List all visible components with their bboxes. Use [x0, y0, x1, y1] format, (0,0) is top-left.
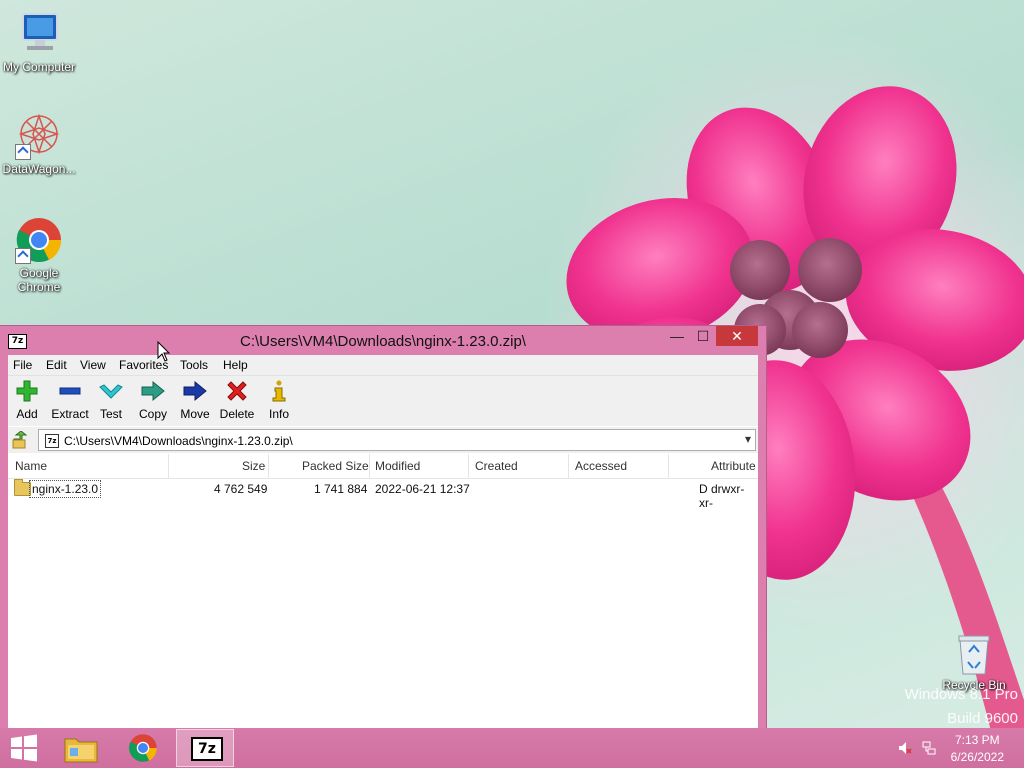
volume-muted-icon[interactable] [898, 741, 912, 755]
start-button[interactable] [0, 729, 48, 767]
column-divider[interactable] [268, 454, 269, 478]
move-arrow-icon [173, 380, 217, 402]
7zip-logo-icon: 7z [191, 737, 223, 761]
delete-label: Delete [219, 407, 255, 421]
menu-edit[interactable]: Edit [46, 358, 67, 372]
windows-logo-icon [11, 734, 37, 762]
extract-button[interactable]: Extract [48, 380, 92, 421]
menu-file[interactable]: File [13, 358, 32, 372]
maximize-button[interactable]: ☐ [690, 326, 716, 346]
desktop-icon-google-chrome[interactable]: Google Chrome [0, 216, 79, 294]
window-title: C:\Users\VM4\Downloads\nginx-1.23.0.zip\ [240, 333, 526, 350]
info-label: Info [268, 407, 289, 421]
test-button[interactable]: Test [89, 380, 133, 421]
file-list-header: Name Size Packed Size Modified Created A… [8, 454, 758, 479]
file-list-row[interactable]: nginx-1.23.0 4 762 549 1 741 884 2022-06… [8, 479, 758, 510]
info-icon [257, 380, 301, 402]
file-name[interactable]: nginx-1.23.0 [29, 480, 102, 498]
file-packed-size: 1 741 884 [314, 482, 368, 496]
file-size: 4 762 549 [214, 482, 268, 496]
window-titlebar[interactable]: 7z C:\Users\VM4\Downloads\nginx-1.23.0.z… [0, 326, 766, 354]
add-button[interactable]: Add [5, 380, 49, 421]
move-label: Move [180, 407, 210, 421]
column-packed-size[interactable]: Packed Size [302, 459, 369, 473]
delete-x-icon [215, 380, 259, 402]
taskbar-7zip[interactable]: 7z [176, 729, 234, 767]
copy-arrow-icon [131, 380, 175, 402]
menu-tools[interactable]: Tools [180, 358, 208, 372]
file-attributes: D drwxr-xr- [699, 482, 745, 510]
delete-button[interactable]: Delete [215, 380, 259, 421]
column-divider[interactable] [168, 454, 169, 478]
7zip-window[interactable]: 7z C:\Users\VM4\Downloads\nginx-1.23.0.z… [0, 326, 766, 728]
copy-label: Copy [138, 407, 167, 421]
shortcut-arrow-icon [15, 144, 31, 160]
recycle-bin-icon [956, 632, 992, 676]
minus-icon [48, 380, 92, 402]
extract-label: Extract [51, 407, 89, 421]
desktop-icon-label: DataWagon... [2, 162, 76, 176]
column-modified[interactable]: Modified [375, 459, 420, 473]
test-label: Test [99, 407, 122, 421]
up-folder-button[interactable] [12, 430, 30, 449]
computer-icon [15, 10, 63, 58]
network-icon[interactable] [922, 741, 936, 755]
move-button[interactable]: Move [173, 380, 217, 421]
column-divider[interactable] [369, 454, 370, 478]
clock-time: 7:13 PM [954, 733, 1000, 747]
chrome-icon [129, 734, 157, 762]
column-divider[interactable] [668, 454, 669, 478]
column-divider[interactable] [568, 454, 569, 478]
column-divider[interactable] [468, 454, 469, 478]
column-attributes[interactable]: Attribute [711, 459, 756, 473]
add-label: Add [16, 407, 38, 421]
desktop-icon-datawagon[interactable]: DataWagon... [0, 112, 79, 176]
menu-bar: File Edit View Favorites Tools Help [8, 355, 758, 376]
taskbar-file-explorer[interactable] [52, 729, 110, 767]
toolbar: Add Extract Test Copy Move Delete Info [8, 376, 758, 426]
folder-icon [64, 738, 98, 763]
column-name[interactable]: Name [15, 459, 47, 473]
column-accessed[interactable]: Accessed [575, 459, 627, 473]
desktop-icon-label: Google Chrome [17, 266, 61, 294]
datawagon-icon [15, 112, 63, 160]
address-bar: 7z C:\Users\VM4\Downloads\nginx-1.23.0.z… [8, 427, 758, 453]
chrome-icon [15, 216, 63, 264]
window-client-area: File Edit View Favorites Tools Help Add … [8, 355, 758, 728]
desktop-icon-recycle-bin[interactable]: Recycle Bin [934, 632, 1014, 692]
column-created[interactable]: Created [475, 459, 518, 473]
menu-help[interactable]: Help [223, 358, 248, 372]
shortcut-arrow-icon [15, 248, 31, 264]
desktop-icon-label: My Computer [2, 60, 76, 74]
plus-icon [5, 380, 49, 402]
taskbar-google-chrome[interactable] [114, 729, 172, 767]
system-clock[interactable]: 7:13 PM 6/26/2022 [951, 732, 1004, 766]
file-modified: 2022-06-21 12:37 [375, 482, 470, 496]
address-path: C:\Users\VM4\Downloads\nginx-1.23.0.zip\ [64, 434, 293, 448]
mouse-pointer-icon [157, 341, 171, 362]
address-input[interactable]: 7z C:\Users\VM4\Downloads\nginx-1.23.0.z… [38, 429, 756, 451]
info-button[interactable]: Info [257, 380, 301, 421]
copy-button[interactable]: Copy [131, 380, 175, 421]
zip-file-icon: 7z [45, 434, 59, 448]
taskbar: 7z 7:13 PM 6/26/2022 [0, 728, 1024, 768]
check-icon [89, 380, 133, 402]
close-button[interactable]: ✕ [716, 326, 758, 346]
minimize-button[interactable]: — [664, 326, 690, 346]
menu-view[interactable]: View [80, 358, 106, 372]
column-size[interactable]: Size [242, 459, 265, 473]
chevron-down-icon[interactable]: ▾ [745, 432, 751, 446]
windows-build-watermark: Build 9600 [947, 710, 1018, 727]
windows-edition-watermark: Windows 8.1 Pro [904, 686, 1018, 703]
clock-date: 6/26/2022 [950, 750, 1004, 764]
desktop-icon-my-computer[interactable]: My Computer [0, 10, 79, 74]
